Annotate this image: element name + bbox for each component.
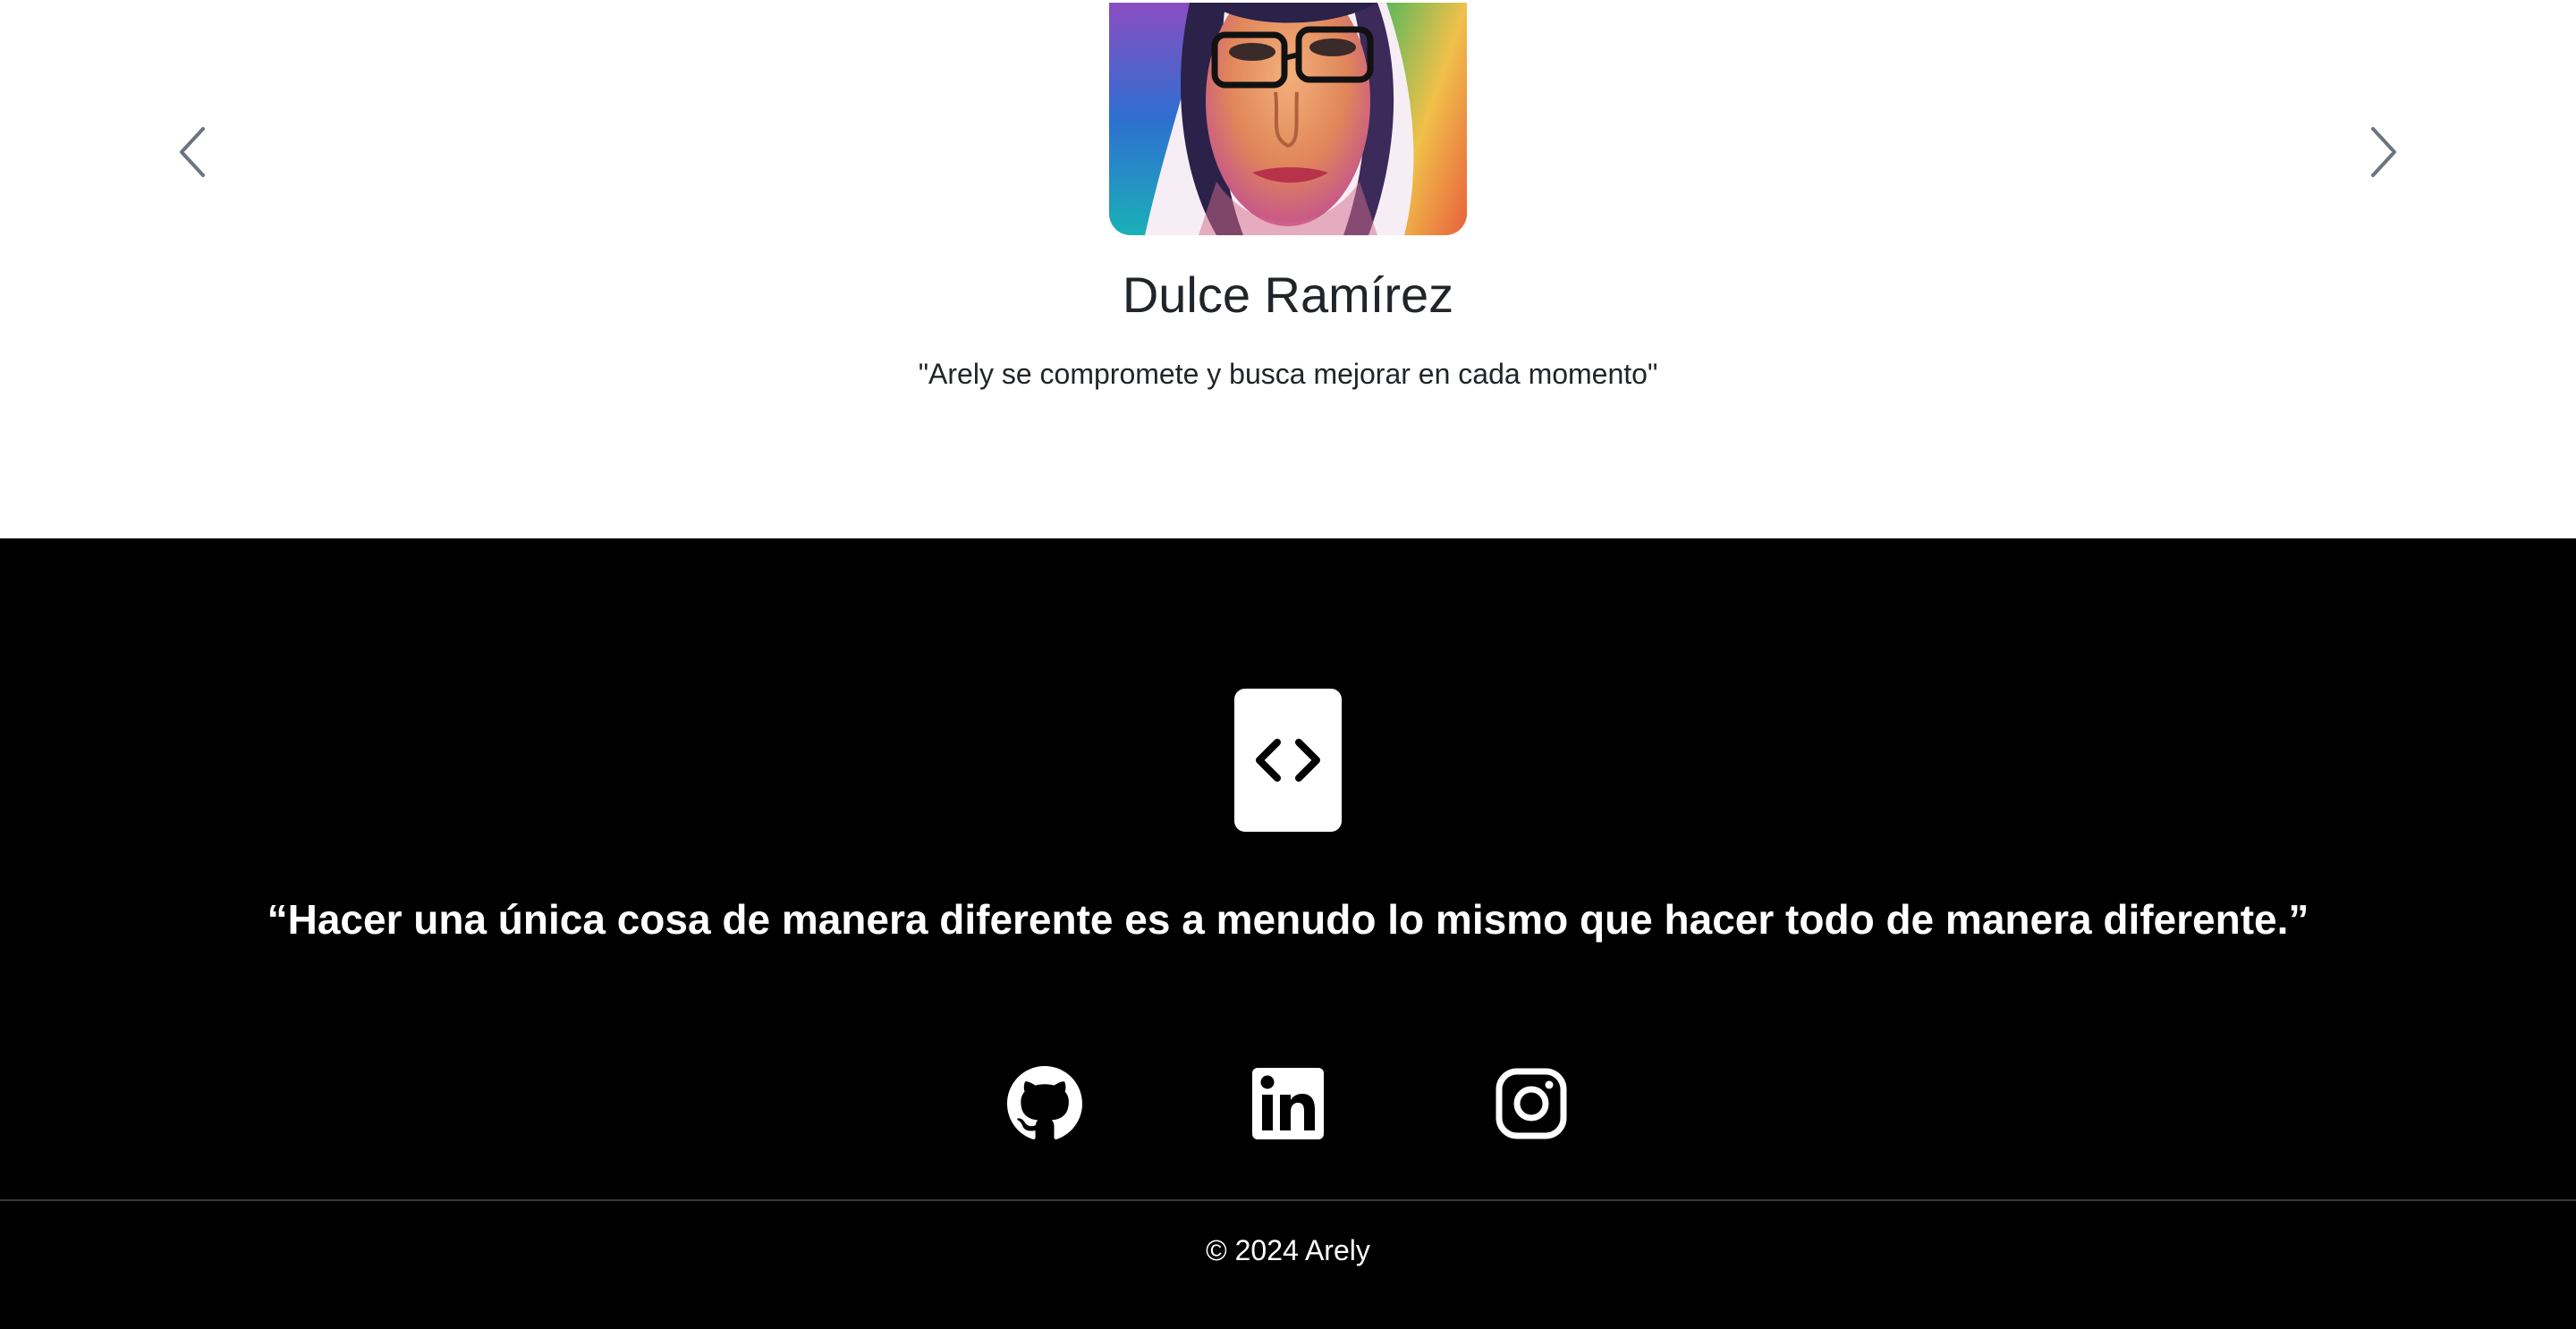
testimonial-quote: "Arely se compromete y busca mejorar en … [918,358,1658,390]
code-brackets-icon [1256,739,1320,782]
instagram-link[interactable] [1494,1066,1569,1141]
linkedin-link[interactable] [1250,1066,1326,1141]
carousel-prev-button[interactable] [161,107,224,197]
instagram-icon [1496,1068,1567,1139]
carousel-next-button[interactable] [2352,107,2415,197]
linkedin-icon [1252,1068,1324,1139]
portrait-illustration [1109,3,1467,235]
testimonial-name: Dulce Ramírez [1122,267,1454,323]
site-logo [1234,689,1342,832]
footer-quote: “Hacer una única cosa de manera diferent… [267,896,2309,943]
testimonial-carousel: Dulce Ramírez "Arely se compromete y bus… [0,0,2576,538]
footer-divider [0,1199,2576,1201]
chevron-right-icon [2371,127,2396,177]
github-link[interactable] [1007,1066,1082,1141]
copyright: © 2024 Arely [1206,1234,1370,1266]
chevron-left-icon [180,127,205,177]
avatar [1109,3,1467,235]
github-icon [1007,1066,1082,1139]
footer: “Hacer una única cosa de manera diferent… [0,538,2576,1329]
